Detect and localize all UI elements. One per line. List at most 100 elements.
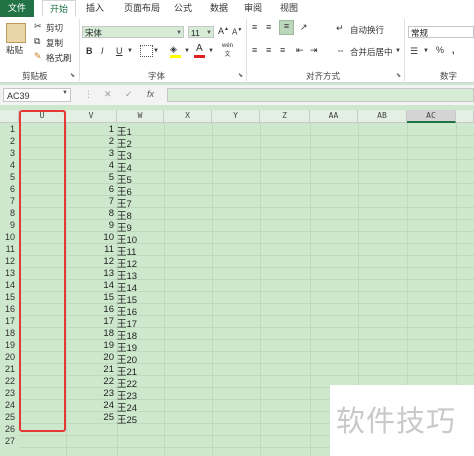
column-header-v[interactable]: V (66, 110, 117, 123)
row-header[interactable]: 26 (0, 424, 19, 434)
tab-view[interactable]: 视图 (276, 0, 302, 17)
align-right-icon[interactable]: ≡ (280, 45, 285, 55)
column-header-next[interactable] (456, 110, 474, 123)
cell-v-value[interactable]: 6 (66, 184, 114, 195)
paste-icon[interactable] (6, 23, 26, 43)
font-launcher-icon[interactable]: ⬊ (238, 72, 243, 79)
row-header[interactable]: 4 (0, 160, 19, 170)
row-header[interactable]: 16 (0, 304, 19, 314)
cell-v-value[interactable]: 9 (66, 220, 114, 231)
align-bottom-icon[interactable]: ≡ (279, 20, 294, 35)
row-header[interactable]: 21 (0, 364, 19, 374)
chevron-down-icon[interactable]: ▼ (184, 48, 190, 54)
cell-v-value[interactable]: 17 (66, 316, 114, 327)
number-format-select[interactable]: 常规 (408, 26, 474, 38)
merge-center-button[interactable]: 合并后居中 (350, 46, 393, 58)
row-header[interactable]: 14 (0, 280, 19, 290)
row-header[interactable]: 19 (0, 340, 19, 350)
cell-v-value[interactable]: 7 (66, 196, 114, 207)
row-header[interactable]: 23 (0, 388, 19, 398)
row-header[interactable]: 12 (0, 256, 19, 266)
cell-v-value[interactable]: 12 (66, 256, 114, 267)
row-header[interactable]: 20 (0, 352, 19, 362)
row-header[interactable]: 24 (0, 400, 19, 410)
cell-v-value[interactable]: 13 (66, 268, 114, 279)
cell-v-value[interactable]: 24 (66, 400, 114, 411)
cell-v-value[interactable]: 22 (66, 376, 114, 387)
column-header-aa[interactable]: AA (310, 110, 358, 123)
cell-v-value[interactable]: 10 (66, 232, 114, 243)
bold-button[interactable]: B (86, 46, 93, 56)
cell-v-value[interactable]: 20 (66, 352, 114, 363)
row-header[interactable]: 9 (0, 220, 19, 230)
italic-button[interactable]: I (101, 46, 104, 56)
copy-button[interactable]: 复制 (46, 37, 63, 49)
tab-page-layout[interactable]: 页面布局 (118, 0, 166, 17)
align-middle-icon[interactable]: ≡ (266, 22, 271, 32)
cancel-icon[interactable]: ✕ (104, 89, 112, 100)
cell-v-value[interactable]: 18 (66, 328, 114, 339)
row-header[interactable]: 8 (0, 208, 19, 218)
row-header[interactable]: 17 (0, 316, 19, 326)
column-header-w[interactable]: W (117, 110, 164, 123)
name-box[interactable]: AC39 (3, 88, 71, 102)
increase-font-icon[interactable]: A▲ (218, 26, 229, 36)
chevron-down-icon[interactable]: ▼ (127, 48, 133, 54)
cell-v-value[interactable]: 21 (66, 364, 114, 375)
cell-v-value[interactable]: 23 (66, 388, 114, 399)
increase-indent-icon[interactable]: ⇥ (310, 45, 318, 56)
paste-button[interactable]: 粘贴 (6, 44, 23, 56)
row-header[interactable]: 22 (0, 376, 19, 386)
row-header[interactable]: 10 (0, 232, 19, 242)
font-size-select[interactable]: 11 ▼ (188, 26, 214, 38)
cell-w-value[interactable]: 王25 (117, 412, 137, 426)
clipboard-launcher-icon[interactable]: ⬊ (70, 72, 75, 79)
cell-v-value[interactable]: 11 (66, 244, 114, 255)
percent-button[interactable]: % (436, 45, 444, 55)
row-header[interactable]: 27 (0, 436, 19, 446)
options-dots-icon[interactable]: ⋮ (84, 89, 93, 100)
tab-insert[interactable]: 插入 (82, 0, 108, 17)
format-painter-button[interactable]: 格式刷 (46, 52, 72, 64)
font-color-icon[interactable]: A (196, 43, 203, 54)
column-header-y[interactable]: Y (212, 110, 260, 123)
chevron-down-icon[interactable]: ▼ (208, 48, 214, 54)
underline-button[interactable]: U (116, 46, 123, 56)
comma-style-button[interactable]: , (452, 45, 455, 55)
formula-input[interactable] (167, 88, 474, 102)
row-header[interactable]: 7 (0, 196, 19, 206)
enter-icon[interactable]: ✓ (125, 89, 133, 100)
cell-v-value[interactable]: 8 (66, 208, 114, 219)
tab-data[interactable]: 数据 (206, 0, 232, 17)
wrap-text-button[interactable]: 自动换行 (350, 24, 384, 36)
align-left-icon[interactable]: ≡ (252, 45, 257, 55)
orientation-icon[interactable]: ↗ (300, 22, 308, 33)
cell-v-value[interactable]: 5 (66, 172, 114, 183)
chevron-down-icon[interactable]: ▼ (62, 90, 68, 96)
row-header[interactable]: 15 (0, 292, 19, 302)
tab-home[interactable]: 开始 (42, 0, 76, 17)
align-top-icon[interactable]: ≡ (252, 22, 257, 32)
cell-v-value[interactable]: 4 (66, 160, 114, 171)
chevron-down-icon[interactable]: ▼ (423, 48, 429, 54)
cell-v-value[interactable]: 14 (66, 280, 114, 291)
cell-v-value[interactable]: 19 (66, 340, 114, 351)
row-header[interactable]: 18 (0, 328, 19, 338)
cell-v-value[interactable]: 2 (66, 136, 114, 147)
align-center-icon[interactable]: ≡ (266, 45, 271, 55)
fill-color-icon[interactable]: ◈ (170, 44, 177, 55)
alignment-launcher-icon[interactable]: ⬊ (396, 72, 401, 79)
tab-formulas[interactable]: 公式 (170, 0, 196, 17)
row-header[interactable]: 25 (0, 412, 19, 422)
row-header[interactable]: 2 (0, 136, 19, 146)
select-all-corner[interactable] (0, 110, 19, 123)
chevron-down-icon[interactable]: ▼ (153, 48, 159, 54)
font-name-select[interactable]: 宋体 ▼ (82, 26, 184, 38)
cell-v-value[interactable]: 3 (66, 148, 114, 159)
column-header-z[interactable]: Z (260, 110, 310, 123)
currency-icon[interactable]: ☰ (410, 46, 418, 57)
decrease-indent-icon[interactable]: ⇤ (296, 45, 304, 56)
row-header[interactable]: 6 (0, 184, 19, 194)
row-header[interactable]: 11 (0, 244, 19, 254)
cell-v-value[interactable]: 16 (66, 304, 114, 315)
